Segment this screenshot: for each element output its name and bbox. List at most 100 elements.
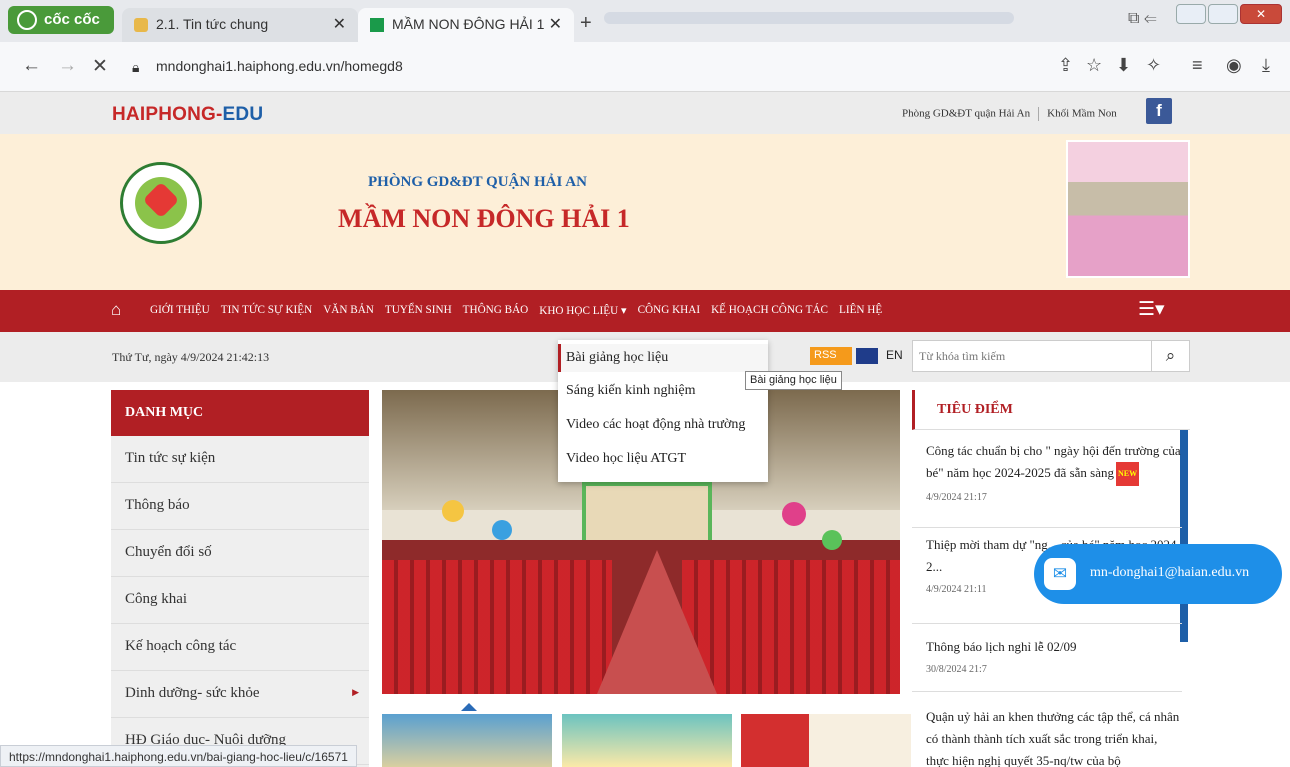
tab-title: 2.1. Tin tức chung [156,16,269,32]
url-text: mndonghai1.haiphong.edu.vn/homegd8 [156,58,403,74]
close-window-icon[interactable]: ✕ [1240,4,1282,24]
staff-group-photo [1066,140,1190,278]
news-date: 30/8/2024 21:7 [926,664,987,675]
download-manager-icon[interactable]: ⬇ [1116,55,1131,76]
sidebar-item-ke-hoach-cong-tac[interactable]: Kế hoạch công tác [111,624,369,671]
stop-icon[interactable]: ✕ [92,55,108,78]
tab-tin-tuc-chung[interactable]: 2.1. Tin tức chung ✕ [122,8,358,42]
forward-icon[interactable]: → [58,55,77,77]
nav-kho-hoc-lieu[interactable]: KHO HỌC LIỆU ▾ [539,304,626,317]
school-emblem-icon[interactable] [120,162,202,244]
news-item[interactable]: Quận uỷ hải an khen thưởng các tập thể, … [912,706,1182,767]
sidebar-item-label: Kế hoạch công tác [125,638,237,654]
profile-icon[interactable]: ◉ [1226,55,1242,76]
contact-email-button[interactable]: ✉ mn-donghai1@haian.edu.vn [1034,544,1282,604]
tab-mam-non-dong-hai[interactable]: MẦM NON ĐÔNG HẢI 1 ✕ [358,8,574,42]
dropdown-video-hoat-dong[interactable]: Video các hoạt động nhà trường [566,417,745,433]
news-title[interactable]: Quận uỷ hải an khen thưởng các tập thể, … [926,706,1182,767]
sidebar-item-label: Công khai [125,591,188,607]
sidebar-item-label: Dinh dưỡng- sức khỏe [125,685,260,701]
news-title[interactable]: Thông báo lịch nghỉ lễ 02/09 [926,636,1182,658]
window-controls: ✕ [1176,4,1282,24]
search-icon[interactable]: ⌕ [1151,341,1189,371]
favicon-icon [134,18,148,32]
nav-tin-tuc-su-kien[interactable]: TIN TỨC SỰ KIỆN [221,304,312,317]
mail-icon: ✉ [1044,558,1076,590]
new-tab-button[interactable]: + [580,12,592,35]
kho-hoc-lieu-dropdown: Bài giảng học liệu Sáng kiến kinh nghiệm… [558,340,768,482]
nav-gioi-thieu[interactable]: GIỚI THIỆU [150,304,210,317]
blurred-tab-strip [604,12,1014,24]
nav-lien-he[interactable]: LIÊN HỆ [839,304,882,317]
divider [1038,107,1040,121]
sidebar-item-dinh-duong-suc-khoe[interactable]: Dinh dưỡng- sức khỏe ▶ [111,671,369,718]
tooltip: Bài giảng học liệu [745,371,842,390]
nav-cong-khai[interactable]: CÔNG KHAI [638,304,700,317]
minimize-icon[interactable] [1176,4,1206,24]
reading-list-icon[interactable]: ≡ [1192,55,1203,76]
dropdown-sang-kien-kinh-nghiem[interactable]: Sáng kiến kinh nghiệm [566,383,696,399]
current-date: Thứ Tư, ngày 4/9/2024 21:42:13 [112,350,270,364]
sidebar-item-cong-khai[interactable]: Công khai [111,577,369,624]
extensions-icon[interactable]: ✧ [1146,55,1161,76]
tab-title: MẦM NON ĐÔNG HẢI 1 [392,16,545,32]
address-bar-row: ← → ✕ 🔒︎ mndonghai1.haiphong.edu.vn/home… [0,42,1290,92]
share-icon[interactable]: ⇪ [1058,55,1073,76]
back-icon[interactable]: ← [22,55,41,77]
news-title[interactable]: Công tác chuẩn bị cho " ngày hội đến trư… [926,443,1181,480]
photo-chairs-left [382,560,612,694]
dropdown-video-hoc-lieu-atgt[interactable]: Video học liệu ATGT [566,451,686,467]
sidebar-item-label: Chuyển đổi số [125,544,212,560]
tab-close-icon[interactable]: ✕ [549,14,562,34]
link-khoi-mam-non[interactable]: Khối Mầm Non [1047,108,1117,120]
thumbnail-1[interactable] [382,714,552,767]
submenu-arrow-icon: ▶ [352,687,359,697]
lock-icon: 🔒︎ [132,59,140,75]
slider-indicator [461,703,477,711]
logo-text-main: HAIPHONG- [112,104,223,125]
sidebar-heading: DANH MỤC [111,390,369,436]
tab-close-icon[interactable]: ✕ [333,14,346,34]
home-icon[interactable]: ⌂ [111,300,121,320]
tab-search-icon[interactable]: ⧉ ⇐ [1128,10,1157,28]
hamburger-menu-icon[interactable]: ☰▾ [1138,298,1165,321]
thumbnail-2[interactable] [562,714,732,767]
nav-tuyen-sinh[interactable]: TUYỂN SINH [385,304,452,317]
focus-heading: TIÊU ĐIỂM [912,390,1190,430]
rss-icon[interactable]: RSS [810,347,852,365]
facebook-icon[interactable]: f [1146,98,1172,124]
coccoc-menu-button[interactable]: cốc cốc [8,6,114,34]
dropdown-bai-giang-hoc-lieu[interactable]: Bài giảng học liệu [566,350,668,366]
url-field[interactable]: 🔒︎ mndonghai1.haiphong.edu.vn/homegd8 [118,51,1168,83]
sidebar-item-chuyen-doi-so[interactable]: Chuyển đổi số [111,530,369,577]
sidebar-item-tin-tuc-su-kien[interactable]: Tin tức sự kiện [111,436,369,483]
sidebar-item-thong-bao[interactable]: Thông báo [111,483,369,530]
nav-thong-bao[interactable]: THÔNG BÁO [463,304,529,317]
photo-aisle [597,550,717,694]
sidebar-item-label: Thông báo [125,497,190,513]
nav-van-ban[interactable]: VĂN BẢN [323,304,374,317]
search-placeholder: Từ khóa tìm kiếm [919,349,1006,363]
bookmark-star-icon[interactable]: ☆ [1086,55,1102,76]
browser-tab-bar: cốc cốc 2.1. Tin tức chung ✕ MẦM NON ĐÔN… [0,0,1290,42]
language-en[interactable]: EN [886,348,903,362]
maximize-icon[interactable] [1208,4,1238,24]
search-input[interactable]: Từ khóa tìm kiếm ⌕ [912,340,1190,372]
sidebar-item-label: Tin tức sự kiện [125,450,216,466]
link-phong-gddt[interactable]: Phòng GD&ĐT quận Hải An [902,108,1030,120]
top-links: Phòng GD&ĐT quận Hải An Khối Mầm Non [902,107,1117,121]
coccoc-logo-icon [17,10,37,30]
download-icon[interactable]: ⤓ [1262,55,1270,76]
balloon [442,500,464,522]
nav-ke-hoach-cong-tac[interactable]: KẾ HOẠCH CÔNG TÁC [711,304,828,317]
haiphong-edu-logo[interactable]: HAIPHONG-EDU [112,104,263,126]
link-status-bar: https://mndonghai1.haiphong.edu.vn/bai-g… [0,745,357,767]
news-item[interactable]: Thông báo lịch nghỉ lễ 02/09 30/8/2024 2… [912,624,1182,692]
category-sidebar: DANH MỤC Tin tức sự kiện Thông báo Chuyể… [111,390,369,767]
news-item[interactable]: Công tác chuẩn bị cho " ngày hội đến trư… [912,440,1182,528]
thumbnail-3[interactable] [741,714,911,767]
main-navigation: ⌂ GIỚI THIỆU TIN TỨC SỰ KIỆN VĂN BẢN TUY… [0,290,1290,332]
news-date: 4/9/2024 21:17 [926,492,987,504]
favicon-icon [370,18,384,32]
uk-flag-icon[interactable] [856,348,878,364]
